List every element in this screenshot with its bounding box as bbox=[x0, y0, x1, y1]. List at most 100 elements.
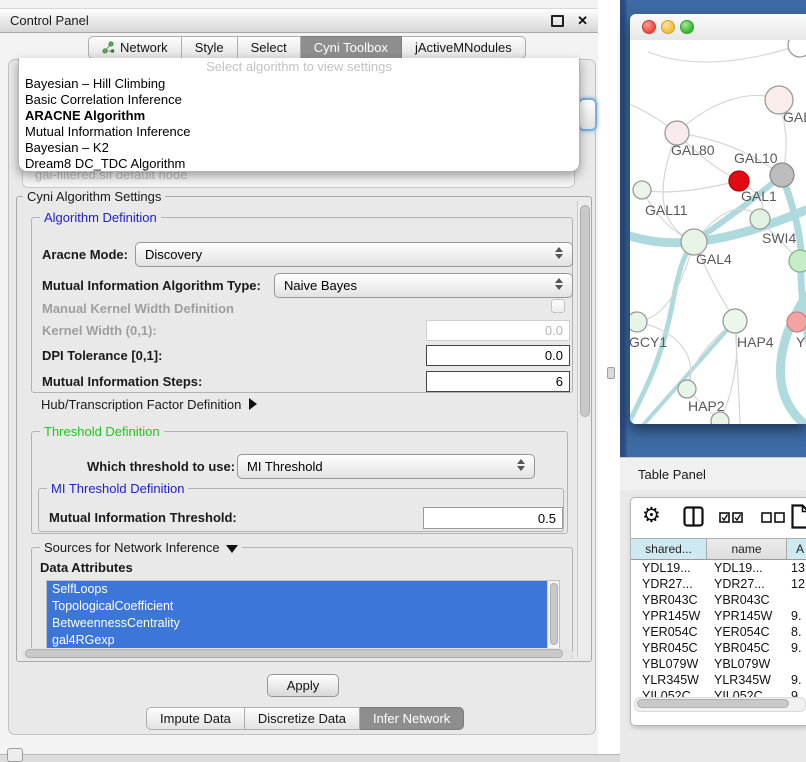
stepper-arrows-icon bbox=[517, 459, 525, 471]
tab-select[interactable]: Select bbox=[238, 36, 301, 59]
attribute-list-item[interactable]: TopologicalCoefficient bbox=[47, 598, 559, 615]
network-node[interactable] bbox=[678, 380, 696, 398]
which-threshold-combo[interactable]: MI Threshold bbox=[237, 454, 535, 479]
apply-button[interactable]: Apply bbox=[267, 674, 339, 697]
manual-kernel-checkbox[interactable] bbox=[551, 299, 565, 313]
float-window-icon[interactable] bbox=[551, 15, 564, 27]
network-node[interactable] bbox=[723, 309, 747, 333]
dropdown-option[interactable]: Dream8 DC_TDC Algorithm bbox=[19, 156, 579, 172]
attribute-list-item[interactable]: gal4RGexp bbox=[47, 632, 559, 649]
network-node-label: GAL1 bbox=[741, 188, 777, 204]
network-view-window[interactable]: GALGAL80GAL10GAL11GAL1SWI4GAL4GCY1HAP4YH… bbox=[630, 14, 806, 424]
attributes-list-scrollbar[interactable] bbox=[547, 581, 559, 651]
table-cell: YPR145W bbox=[631, 608, 707, 624]
bottom-tab-bar: Impute Data Discretize Data Infer Networ… bbox=[146, 707, 464, 730]
tab-jactivemnodules[interactable]: jActiveMNodules bbox=[402, 36, 526, 59]
table-cell: 13 bbox=[787, 560, 806, 576]
network-node[interactable] bbox=[789, 250, 806, 272]
export-table-icon[interactable] bbox=[791, 504, 806, 535]
close-traffic-light-icon[interactable] bbox=[642, 20, 656, 34]
table-cell: YDL19... bbox=[631, 560, 707, 576]
dpi-tolerance-label: DPI Tolerance [0,1]: bbox=[42, 345, 162, 366]
table-row[interactable]: YDL19...YDL19...13 bbox=[631, 560, 806, 576]
table-row[interactable]: YLR345WYLR345W9. bbox=[631, 672, 806, 688]
column-header-third[interactable]: A bbox=[787, 539, 806, 559]
table-row[interactable]: YPR145WYPR145W9. bbox=[631, 608, 806, 624]
dropdown-option[interactable]: Basic Correlation Inference bbox=[19, 92, 579, 108]
settings-vertical-scrollbar[interactable] bbox=[577, 201, 591, 657]
table-cell: YBR045C bbox=[631, 640, 707, 656]
tab-label: jActiveMNodules bbox=[415, 40, 512, 55]
algorithm-combo-focus-fragment[interactable] bbox=[578, 98, 597, 131]
table-row[interactable]: YBR043CYBR043C bbox=[631, 592, 806, 608]
algorithm-dropdown-popup: Select algorithm to view settings Bayesi… bbox=[18, 58, 580, 172]
mi-type-combo[interactable]: Naive Bayes bbox=[274, 273, 573, 298]
attribute-list-item[interactable]: BetweennessCentrality bbox=[47, 615, 559, 632]
network-node[interactable] bbox=[788, 40, 806, 57]
data-attributes-listbox: SelfLoopsTopologicalCoefficientBetweenne… bbox=[46, 580, 560, 652]
network-node-label: GAL10 bbox=[734, 150, 778, 166]
dropdown-option[interactable]: ARACNE Algorithm bbox=[19, 108, 579, 124]
network-canvas[interactable]: GALGAL80GAL10GAL11GAL1SWI4GAL4GCY1HAP4YH… bbox=[630, 40, 806, 424]
table-hscroll-thumb[interactable] bbox=[637, 699, 789, 708]
dpi-tolerance-field[interactable]: 0.0 bbox=[426, 345, 570, 366]
network-node-label: SWI4 bbox=[762, 230, 796, 246]
sources-group-title[interactable]: Sources for Network Inference bbox=[40, 540, 242, 555]
tab-label: Style bbox=[195, 40, 224, 55]
settings-horizontal-scrollbar[interactable] bbox=[21, 648, 573, 660]
table-cell bbox=[787, 656, 806, 672]
attribute-list-item[interactable]: SelfLoops bbox=[47, 581, 559, 598]
column-header-shared-name[interactable]: shared... bbox=[631, 539, 707, 559]
close-icon[interactable]: ✕ bbox=[577, 14, 588, 27]
table-row[interactable]: YBR045CYBR045C9. bbox=[631, 640, 806, 656]
minimize-traffic-light-icon[interactable] bbox=[661, 20, 675, 34]
stepper-arrows-icon bbox=[555, 247, 563, 259]
aracne-mode-label: Aracne Mode: bbox=[42, 242, 128, 267]
select-all-checkboxes-icon[interactable] bbox=[719, 510, 743, 528]
network-node[interactable] bbox=[633, 181, 651, 199]
network-icon bbox=[102, 41, 115, 54]
minimized-panel-icon[interactable] bbox=[7, 748, 23, 762]
table-horizontal-scrollbar[interactable] bbox=[634, 697, 806, 712]
table-row[interactable]: YBL079WYBL079W bbox=[631, 656, 806, 672]
network-node[interactable] bbox=[770, 163, 794, 187]
tab-network[interactable]: Network bbox=[88, 36, 182, 59]
gear-icon[interactable]: ⚙ bbox=[642, 503, 661, 528]
column-header-name[interactable]: name bbox=[707, 539, 787, 559]
data-panel-strip[interactable] bbox=[0, 754, 622, 762]
mi-threshold-field[interactable]: 0.5 bbox=[423, 507, 563, 529]
dropdown-option[interactable]: Mutual Information Inference bbox=[19, 124, 579, 140]
table-cell: YBL079W bbox=[707, 656, 787, 672]
deselect-all-checkboxes-icon[interactable] bbox=[761, 510, 785, 528]
tab-label: Impute Data bbox=[160, 711, 231, 726]
settings-vscroll-thumb[interactable] bbox=[580, 205, 590, 417]
tab-discretize-data[interactable]: Discretize Data bbox=[245, 707, 360, 730]
threshold-definition-title: Threshold Definition bbox=[40, 424, 164, 439]
network-node[interactable] bbox=[750, 209, 770, 229]
table-cell: 9. bbox=[787, 672, 806, 688]
table-row[interactable]: YDR27...YDR27...12 bbox=[631, 576, 806, 592]
tab-infer-network[interactable]: Infer Network bbox=[360, 707, 464, 730]
tab-cyni-toolbox[interactable]: Cyni Toolbox bbox=[301, 36, 402, 59]
splitter-handle[interactable] bbox=[607, 367, 615, 379]
table-row[interactable]: YER054CYER054C8. bbox=[631, 624, 806, 640]
control-panel-tab-bar: Network Style Select Cyni Toolbox jActiv… bbox=[88, 36, 526, 59]
network-node[interactable] bbox=[630, 312, 647, 332]
zoom-traffic-light-icon[interactable] bbox=[680, 20, 694, 34]
columns-icon[interactable] bbox=[683, 506, 704, 532]
network-node[interactable] bbox=[787, 312, 806, 332]
kernel-width-field[interactable]: 0.0 bbox=[426, 320, 570, 341]
tab-style[interactable]: Style bbox=[182, 36, 238, 59]
table-header-row: shared... name A bbox=[631, 538, 806, 560]
tab-impute-data[interactable]: Impute Data bbox=[146, 707, 245, 730]
mi-steps-field[interactable]: 6 bbox=[426, 371, 570, 392]
network-window-titlebar[interactable] bbox=[630, 14, 806, 41]
attributes-scrollbar-thumb[interactable] bbox=[550, 583, 558, 645]
dropdown-option[interactable]: Bayesian – Hill Climbing bbox=[19, 76, 579, 92]
network-node-label: HAP4 bbox=[737, 334, 774, 350]
hub-tf-section-toggle[interactable]: Hub/Transcription Factor Definition bbox=[41, 397, 257, 412]
dropdown-option[interactable]: Bayesian – K2 bbox=[19, 140, 579, 156]
settings-hscroll-thumb[interactable] bbox=[25, 649, 563, 658]
aracne-mode-combo[interactable]: Discovery bbox=[135, 242, 573, 267]
network-node-label: HAP2 bbox=[688, 398, 725, 414]
